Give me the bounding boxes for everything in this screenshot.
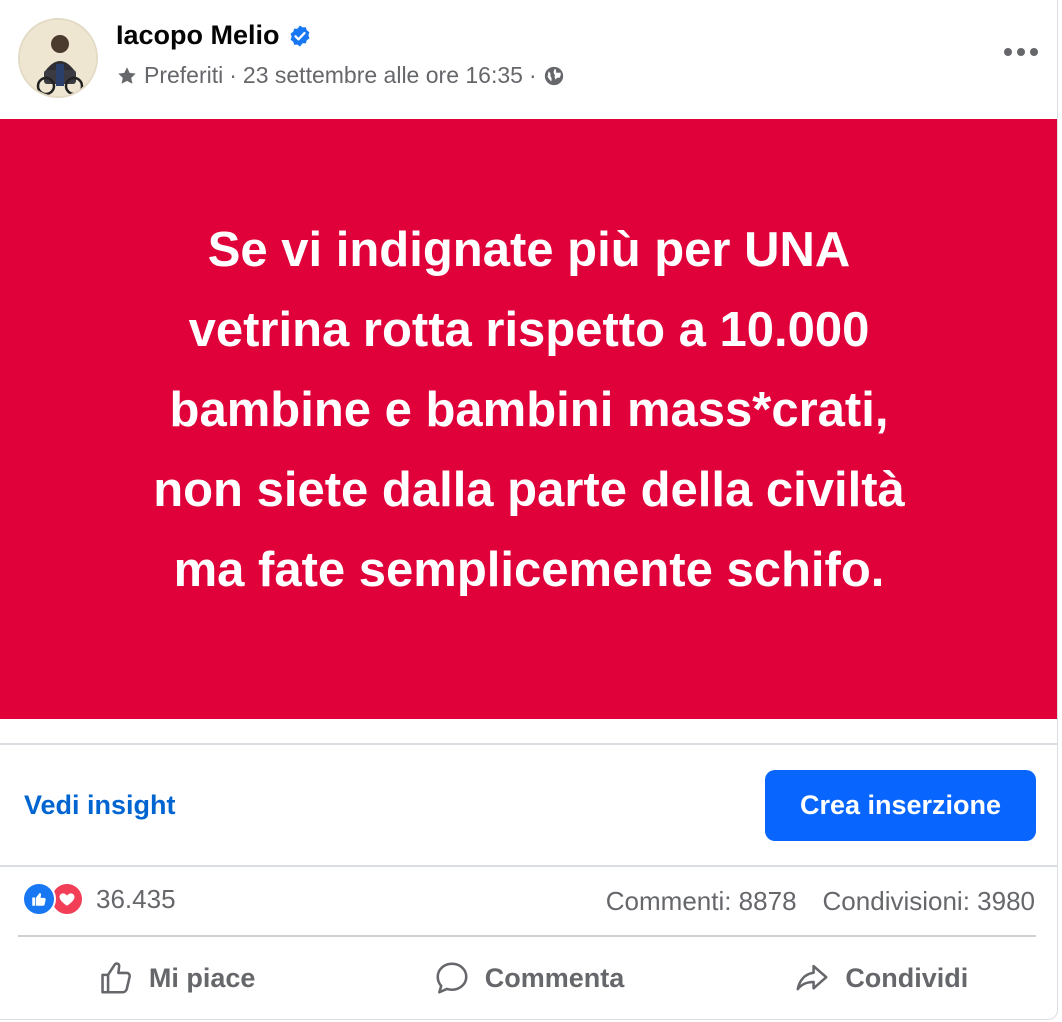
facebook-post: Iacopo Melio Preferiti · 23 settembre al… bbox=[0, 0, 1058, 1020]
meta-separator-2: · bbox=[528, 62, 537, 88]
reactions-count: 36.435 bbox=[96, 883, 176, 914]
post-header: Iacopo Melio Preferiti · 23 settembre al… bbox=[0, 0, 1057, 118]
share-button[interactable]: Condividi bbox=[705, 945, 1057, 1011]
divider bbox=[0, 743, 1057, 745]
post-text-banner[interactable]: Se vi indignate più per UNA vetrina rott… bbox=[0, 119, 1057, 719]
reactions-summary[interactable]: 36.435 bbox=[22, 882, 176, 916]
like-reaction-icon bbox=[22, 882, 56, 916]
comments-count[interactable]: Commenti: 8878 bbox=[606, 886, 797, 917]
globe-icon bbox=[544, 66, 563, 85]
post-timestamp[interactable]: 23 settembre alle ore 16:35 bbox=[243, 62, 523, 89]
banner-line: vetrina rotta rispetto a 10.000 bbox=[188, 303, 870, 357]
favorites-label: Preferiti bbox=[144, 62, 224, 88]
create-ad-button[interactable]: Crea inserzione bbox=[765, 770, 1036, 841]
shares-count[interactable]: Condivisioni: 3980 bbox=[823, 886, 1035, 917]
view-insights-link[interactable]: Vedi insight bbox=[24, 790, 176, 821]
banner-text: Se vi indignate più per UNA vetrina rott… bbox=[49, 210, 1009, 610]
share-label: Condividi bbox=[845, 962, 969, 993]
divider bbox=[18, 935, 1036, 937]
meta-separator: · bbox=[229, 62, 237, 88]
banner-line: Se vi indignate più per UNA bbox=[207, 223, 851, 277]
more-options-button[interactable] bbox=[999, 34, 1043, 70]
verified-badge-icon bbox=[290, 25, 309, 46]
banner-line: non siete dalla parte della civiltà bbox=[153, 463, 905, 517]
post-meta: Preferiti · 23 settembre alle ore 16:35 … bbox=[116, 62, 565, 89]
avatar-image bbox=[20, 20, 96, 96]
like-label: Mi piace bbox=[148, 962, 256, 993]
avatar[interactable] bbox=[18, 18, 98, 98]
thumbs-up-icon bbox=[101, 962, 131, 994]
more-options-icon bbox=[1004, 48, 1038, 56]
engagement-stats: Commenti: 8878 Condivisioni: 3980 bbox=[606, 886, 1035, 917]
share-icon bbox=[796, 964, 828, 991]
banner-line: ma fate semplicemente schifo. bbox=[173, 543, 885, 597]
banner-line: bambine e bambini mass*crati, bbox=[169, 383, 889, 437]
author-name[interactable]: Iacopo Melio bbox=[116, 20, 280, 51]
comment-label: Commenta bbox=[484, 962, 625, 993]
divider bbox=[0, 865, 1057, 867]
comment-icon bbox=[436, 962, 468, 994]
comment-button[interactable]: Commenta bbox=[352, 945, 704, 1011]
author-row: Iacopo Melio bbox=[116, 20, 312, 51]
like-button[interactable]: Mi piace bbox=[0, 945, 352, 1011]
star-icon bbox=[118, 66, 136, 84]
post-actions: Mi piace Commenta Condividi bbox=[0, 945, 1057, 1011]
